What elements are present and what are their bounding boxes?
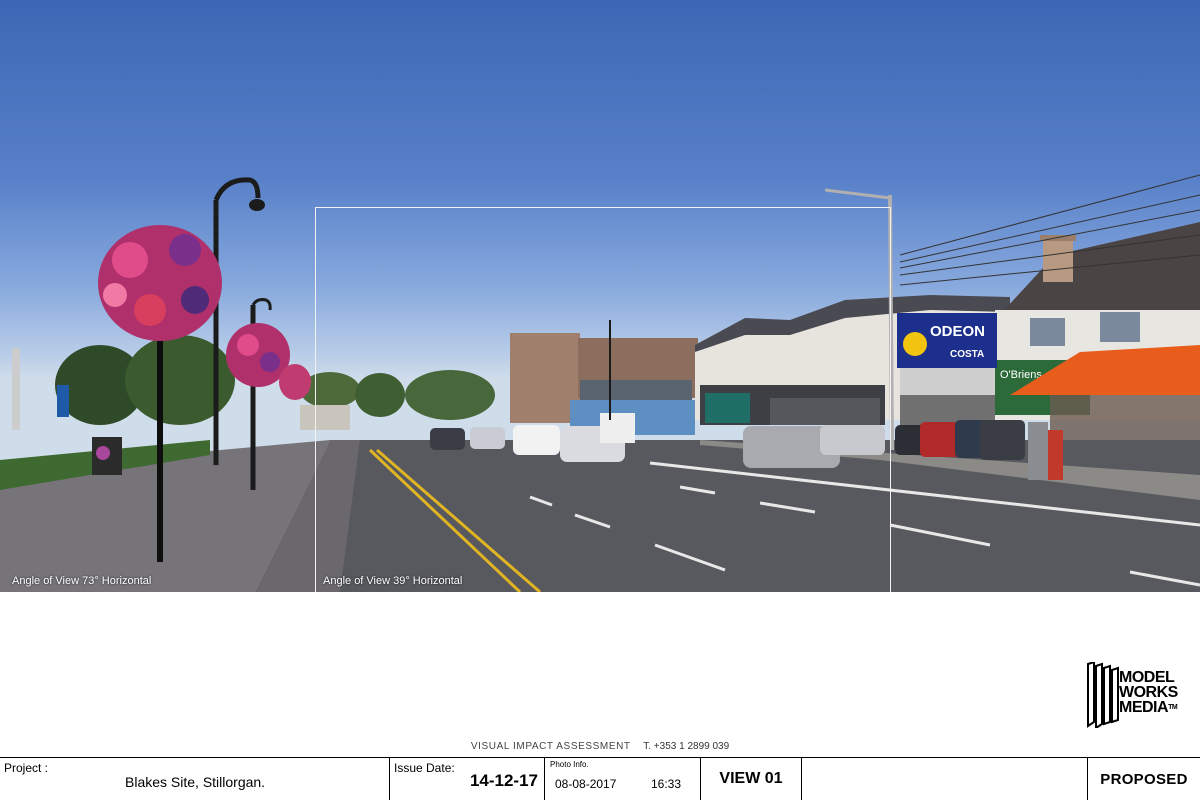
issue-date-label: Issue Date: — [394, 761, 455, 775]
assessment-label: VISUAL IMPACT ASSESSMENT — [470, 741, 631, 752]
title-block: Project : Blakes Site, Stillorgan. Issue… — [0, 757, 1200, 800]
road-sign — [57, 385, 69, 417]
angle-of-view-39-frame — [315, 207, 891, 592]
logo-tm: TM — [1168, 704, 1178, 711]
contact-line: VISUAL IMPACT ASSESSMENT T. +353 1 2899 … — [0, 741, 1200, 752]
model-works-media-logo: MODEL WORKS MEDIATM — [1086, 662, 1192, 728]
logo-line-2: WORKS — [1119, 684, 1178, 701]
logo-wordmark: MODEL WORKS MEDIATM — [1119, 669, 1178, 716]
lamp-head — [249, 199, 265, 211]
cinema-sign: ODEON COSTA — [897, 313, 997, 368]
project-cell: Project : Blakes Site, Stillorgan. — [0, 758, 389, 800]
pedestrian — [1028, 422, 1048, 480]
blank-cell — [801, 758, 1087, 800]
status-label: PROPOSED — [1100, 771, 1188, 788]
bin-badge — [96, 446, 110, 460]
issue-date: 14-12-17 — [469, 771, 538, 790]
view-cell: VIEW 01 — [700, 758, 801, 800]
status-cell: PROPOSED — [1087, 758, 1200, 800]
costa-sign-text: COSTA — [950, 349, 984, 360]
phone-number: T. +353 1 2899 039 — [643, 741, 730, 752]
photo-time: 16:33 — [651, 777, 682, 791]
photo-date: 08-08-2017 — [555, 777, 617, 791]
angle-of-view-73-label: Angle of View 73° Horizontal — [12, 575, 152, 587]
photo-info-label: Photo Info. — [550, 760, 589, 769]
logo-line-1: MODEL — [1119, 669, 1175, 686]
issue-date-cell: Issue Date: 14-12-17 — [389, 758, 544, 800]
project-label: Project : — [4, 761, 49, 775]
view-number: VIEW 01 — [719, 770, 783, 787]
logo-mark-icon — [1087, 662, 1119, 728]
project-name: Blakes Site, Stillorgan. — [125, 774, 266, 790]
pedestrian — [1048, 430, 1063, 480]
logo-line-3: MEDIATM — [1119, 699, 1178, 716]
photo-info-cell: Photo Info. 08-08-2017 16:33 — [544, 758, 700, 800]
odeon-sign-text: ODEON — [930, 323, 985, 340]
angle-of-view-39-label: Angle of View 39° Horizontal — [323, 575, 463, 587]
street-light-arm — [824, 188, 891, 200]
verified-view-photo: ODEON COSTA O'Briens Angle of View 73° H… — [0, 0, 1200, 592]
pole — [12, 348, 20, 430]
